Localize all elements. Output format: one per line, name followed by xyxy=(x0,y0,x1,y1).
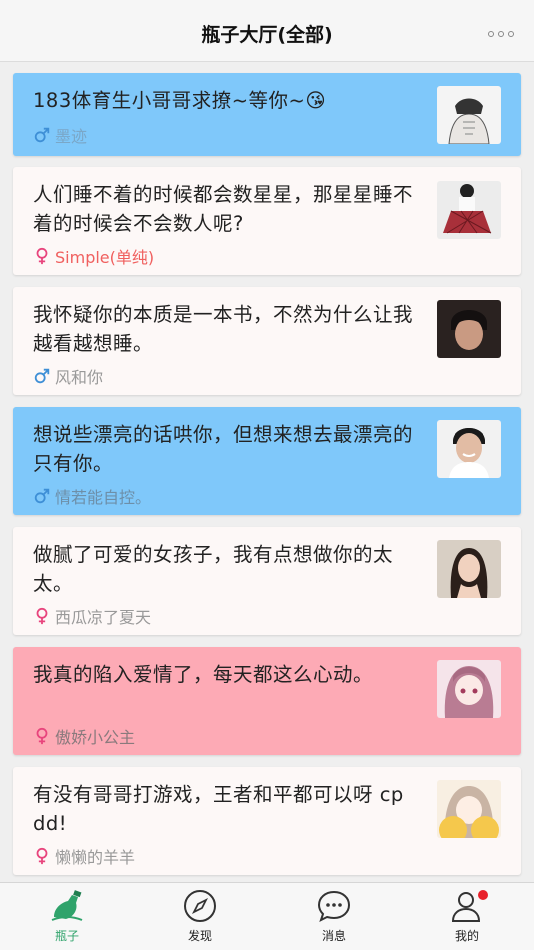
author-row: 懒懒的羊羊 xyxy=(33,844,135,868)
author-row: Simple(单纯) xyxy=(33,244,154,268)
bottle-message: 我真的陷入爱情了，每天都这么心动。 xyxy=(33,663,374,686)
more-options-button[interactable] xyxy=(488,30,514,38)
author-name: 情若能自控。 xyxy=(55,488,152,507)
avatar[interactable] xyxy=(437,86,501,144)
author-row: 墨迹 xyxy=(33,123,87,147)
bottle-icon xyxy=(51,890,83,921)
bottle-message: 做腻了可爱的女孩子，我有点想做你的太太。 xyxy=(33,543,394,595)
female-icon xyxy=(36,847,48,865)
bottle-card[interactable]: 我怀疑你的本质是一本书，不然为什么让我越看越想睡。 风和你 xyxy=(13,287,521,395)
female-icon xyxy=(36,727,48,745)
author-name: 傲娇小公主 xyxy=(55,728,136,747)
bottle-card[interactable]: 做腻了可爱的女孩子，我有点想做你的太太。 西瓜凉了夏天 xyxy=(13,527,521,635)
avatar[interactable] xyxy=(437,660,501,718)
tab-label: 消息 xyxy=(321,929,346,943)
author-name: 懒懒的羊羊 xyxy=(55,848,136,867)
page-title: 瓶子大厅(全部) xyxy=(201,24,333,46)
bottle-card[interactable]: 183体育生小哥哥求撩~等你~😘 墨迹 xyxy=(13,73,521,156)
avatar[interactable] xyxy=(437,420,501,478)
male-icon xyxy=(34,368,50,384)
avatar[interactable] xyxy=(437,300,501,358)
message-icon xyxy=(317,890,351,922)
bottle-card[interactable]: 有没有哥哥打游戏，王者和平都可以呀 cpdd! 懒懒的羊羊 xyxy=(13,767,521,875)
bottle-card[interactable]: 想说些漂亮的话哄你，但想来想去最漂亮的只有你。 情若能自控。 xyxy=(13,407,521,515)
author-row: 傲娇小公主 xyxy=(33,724,135,748)
male-icon xyxy=(34,127,50,143)
bottle-message: 我怀疑你的本质是一本书，不然为什么让我越看越想睡。 xyxy=(33,303,414,355)
notification-badge xyxy=(478,890,488,900)
tab-profile[interactable]: 我的 xyxy=(427,889,507,944)
bottle-card[interactable]: 人们睡不着的时候都会数星星，那星星睡不着的时候会不会数人呢? Simple(单纯… xyxy=(13,167,521,275)
avatar[interactable] xyxy=(437,181,501,239)
author-name: 风和你 xyxy=(55,368,104,387)
female-icon xyxy=(36,607,48,625)
author-row: 风和你 xyxy=(33,364,103,388)
author-name: 西瓜凉了夏天 xyxy=(55,608,152,627)
bottle-message: 有没有哥哥打游戏，王者和平都可以呀 cpdd! xyxy=(33,783,404,835)
top-nav-bar: 瓶子大厅(全部) xyxy=(0,0,534,62)
avatar[interactable] xyxy=(437,780,501,838)
bottle-message: 想说些漂亮的话哄你，但想来想去最漂亮的只有你。 xyxy=(33,423,414,475)
author-row: 情若能自控。 xyxy=(33,484,151,508)
author-name: 墨迹 xyxy=(55,127,88,146)
more-dot-icon xyxy=(508,31,514,37)
tab-messages[interactable]: 消息 xyxy=(294,889,374,944)
tab-bottle[interactable]: 瓶子 xyxy=(27,889,107,944)
tab-label: 瓶子 xyxy=(54,929,79,943)
compass-icon xyxy=(184,890,216,922)
more-dot-icon xyxy=(498,31,504,37)
author-name: Simple(单纯) xyxy=(55,248,155,267)
female-icon xyxy=(36,247,48,265)
bottle-card[interactable]: 我真的陷入爱情了，每天都这么心动。 傲娇小公主 xyxy=(13,647,521,755)
bottle-message: 人们睡不着的时候都会数星星，那星星睡不着的时候会不会数人呢? xyxy=(33,183,414,235)
tab-discover[interactable]: 发现 xyxy=(160,889,240,944)
tab-label: 我的 xyxy=(454,929,479,943)
male-icon xyxy=(34,488,50,504)
author-row: 西瓜凉了夏天 xyxy=(33,604,151,628)
bottle-message: 183体育生小哥哥求撩~等你~😘 xyxy=(33,89,327,112)
bottom-tab-bar: 瓶子 发现 消息 我的 xyxy=(0,882,534,950)
avatar[interactable] xyxy=(437,540,501,598)
more-dot-icon xyxy=(488,31,494,37)
tab-label: 发现 xyxy=(187,929,212,943)
